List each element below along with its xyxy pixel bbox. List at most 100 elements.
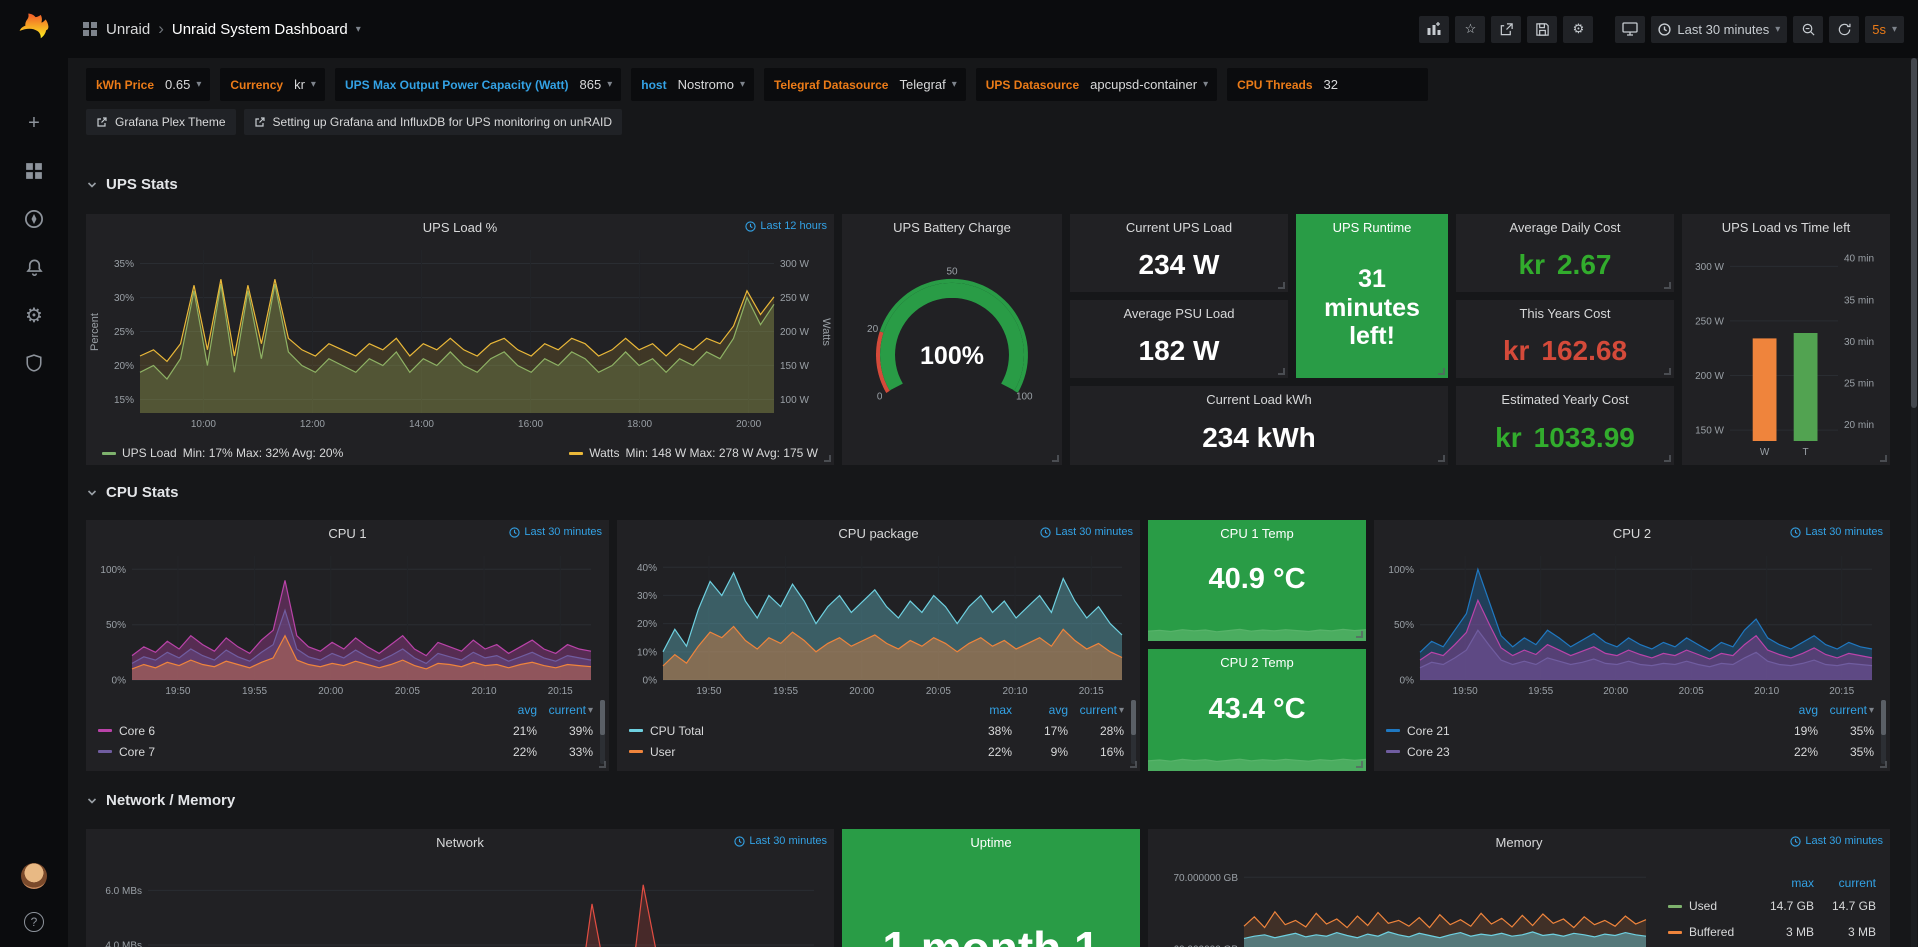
breadcrumb-title[interactable]: Unraid System Dashboard <box>172 21 348 38</box>
alerting-bell-icon[interactable] <box>19 252 49 282</box>
legend-series-toggle[interactable]: Used <box>1668 899 1752 913</box>
variable-value-dropdown[interactable]: kr <box>288 77 311 92</box>
add-panel-button[interactable] <box>1419 16 1449 43</box>
variable-value-dropdown[interactable]: Telegraf <box>893 77 951 92</box>
scrollbar-thumb[interactable] <box>1911 58 1917 408</box>
refresh-button[interactable] <box>1829 16 1859 43</box>
panel-title[interactable]: UPS Battery Charge <box>842 214 1062 240</box>
legend-sort-current[interactable]: current▾ <box>1818 703 1874 717</box>
scrollbar-thumb[interactable] <box>1881 700 1886 735</box>
grafana-logo[interactable] <box>0 0 68 56</box>
stat-value: kr 2.67 <box>1456 238 1674 292</box>
panel-title[interactable]: Network <box>86 829 834 855</box>
legend-series-toggle[interactable]: Core 21 <box>1386 724 1762 738</box>
legend-sort-current[interactable]: current▾ <box>537 703 593 717</box>
battery-gauge[interactable]: 02050100100% <box>848 242 1056 459</box>
panel-resize-handle[interactable] <box>599 761 606 768</box>
ups-vs-time-bar-chart[interactable]: 150 W200 W250 W300 W20 min25 min30 min35… <box>1686 244 1886 457</box>
zoom-out-button[interactable] <box>1793 16 1823 43</box>
variable-value-dropdown[interactable]: 0.65 <box>159 77 196 92</box>
panel-resize-handle[interactable] <box>1278 368 1285 375</box>
dashboards-icon[interactable] <box>19 156 49 186</box>
configuration-gear-icon[interactable]: ⚙ <box>19 300 49 330</box>
share-dashboard-button[interactable] <box>1491 16 1521 43</box>
page-scrollbar[interactable] <box>1911 58 1917 947</box>
panel-title[interactable]: Current UPS Load <box>1070 214 1288 240</box>
section-cpu-stats[interactable]: CPU Stats <box>86 484 179 501</box>
ups-load-chart[interactable]: 15%20%25%30%35%100 W150 W200 W250 W300 W… <box>100 244 820 429</box>
legend-scrollbar[interactable] <box>1131 700 1136 764</box>
legend-sort-current[interactable]: current▾ <box>1068 703 1124 717</box>
legend-scrollbar[interactable] <box>1881 700 1886 764</box>
legend-series-toggle[interactable]: Core 7 <box>98 745 481 759</box>
panel-resize-handle[interactable] <box>1664 282 1671 289</box>
legend-series-toggle[interactable]: Core 23 <box>1386 745 1762 759</box>
dashboard-link-ups-guide[interactable]: Setting up Grafana and InfluxDB for UPS … <box>244 109 623 135</box>
panel-title[interactable]: Estimated Yearly Cost <box>1456 386 1674 412</box>
cycle-view-mode-button[interactable] <box>1615 16 1645 43</box>
explore-compass-icon[interactable] <box>19 204 49 234</box>
help-icon[interactable]: ? <box>19 907 49 937</box>
variable-value-dropdown[interactable]: apcupsd-container <box>1084 77 1203 92</box>
cpu2-chart[interactable]: 0%50%100%19:5019:5520:0020:0520:1020:15 <box>1382 550 1882 696</box>
user-avatar[interactable] <box>19 861 49 891</box>
legend-series-toggle[interactable]: CPU Total <box>629 724 956 738</box>
panel-resize-handle[interactable] <box>1664 455 1671 462</box>
panel-resize-handle[interactable] <box>1130 761 1137 768</box>
memory-chart[interactable]: 50.000000 GB60.000000 GB70.000000 GB <box>1156 857 1656 947</box>
panel-title[interactable]: UPS Runtime <box>1296 214 1448 240</box>
network-chart[interactable]: 2.0 MBs4.0 MBs6.0 MBs <box>94 857 826 947</box>
panel-resize-handle[interactable] <box>1356 761 1363 768</box>
breadcrumb-org[interactable]: Unraid <box>106 21 150 38</box>
legend-sort-avg[interactable]: avg <box>1012 703 1068 717</box>
legend-sort-avg[interactable]: avg <box>481 703 537 717</box>
panel-resize-handle[interactable] <box>824 455 831 462</box>
panel-title[interactable]: CPU 1 Temp <box>1148 520 1366 546</box>
dashboard-link-plex-theme[interactable]: Grafana Plex Theme <box>86 109 236 135</box>
panel-resize-handle[interactable] <box>1438 368 1445 375</box>
panel-title[interactable]: Average Daily Cost <box>1456 214 1674 240</box>
panel-resize-handle[interactable] <box>1664 368 1671 375</box>
panel-title[interactable]: Memory <box>1148 829 1890 855</box>
panel-resize-handle[interactable] <box>1356 631 1363 638</box>
legend-series-toggle[interactable]: User <box>629 745 956 759</box>
panel-resize-handle[interactable] <box>1052 455 1059 462</box>
refresh-interval-picker[interactable]: 5s ▾ <box>1865 16 1904 43</box>
cpu-package-chart[interactable]: 0%10%20%30%40%19:5019:5520:0020:0520:102… <box>625 550 1132 696</box>
panel-title[interactable]: Average PSU Load <box>1070 300 1288 326</box>
panel-resize-handle[interactable] <box>1880 455 1887 462</box>
create-plus-icon[interactable]: + <box>19 108 49 138</box>
legend-sort-max[interactable]: max <box>1752 876 1814 890</box>
dashboard-settings-button[interactable]: ⚙ <box>1563 16 1593 43</box>
scrollbar-thumb[interactable] <box>600 700 605 735</box>
section-ups-stats[interactable]: UPS Stats <box>86 176 178 193</box>
panel-title[interactable]: Current Load kWh <box>1070 386 1448 412</box>
legend-series-toggle[interactable]: Buffered <box>1668 925 1752 939</box>
panel-resize-handle[interactable] <box>1438 455 1445 462</box>
variable-value-dropdown[interactable]: 865 <box>574 77 608 92</box>
section-network-memory[interactable]: Network / Memory <box>86 792 235 809</box>
legend-sort-max[interactable]: max <box>956 703 1012 717</box>
legend-item[interactable]: UPS Load Min: 17% Max: 32% Avg: 20% <box>102 446 343 460</box>
scrollbar-thumb[interactable] <box>1131 700 1136 735</box>
legend-series-toggle[interactable]: Core 6 <box>98 724 481 738</box>
legend-sort-avg[interactable]: avg <box>1762 703 1818 717</box>
panel-resize-handle[interactable] <box>1278 282 1285 289</box>
time-range-picker[interactable]: Last 30 minutes ▾ <box>1651 16 1787 43</box>
panel-title[interactable]: UPS Load % <box>86 214 834 240</box>
server-admin-shield-icon[interactable] <box>19 348 49 378</box>
legend-scrollbar[interactable] <box>600 700 605 764</box>
dashboard-links-row: Grafana Plex Theme Setting up Grafana an… <box>86 109 1904 135</box>
legend-item[interactable]: Watts Min: 148 W Max: 278 W Avg: 175 W <box>569 446 818 460</box>
panel-title[interactable]: UPS Load vs Time left <box>1682 214 1890 240</box>
cpu1-chart[interactable]: 0%50%100%19:5019:5520:0020:0520:1020:15 <box>94 550 601 696</box>
panel-title[interactable]: Uptime <box>842 829 1140 855</box>
panel-resize-handle[interactable] <box>1880 761 1887 768</box>
legend-sort-current[interactable]: current <box>1814 876 1876 890</box>
save-dashboard-button[interactable] <box>1527 16 1557 43</box>
panel-title[interactable]: CPU 2 Temp <box>1148 649 1366 675</box>
variable-value-input[interactable]: 32 <box>1318 77 1428 92</box>
star-dashboard-button[interactable]: ☆ <box>1455 16 1485 43</box>
panel-title[interactable]: This Years Cost <box>1456 300 1674 326</box>
variable-value-dropdown[interactable]: Nostromo <box>672 77 740 92</box>
